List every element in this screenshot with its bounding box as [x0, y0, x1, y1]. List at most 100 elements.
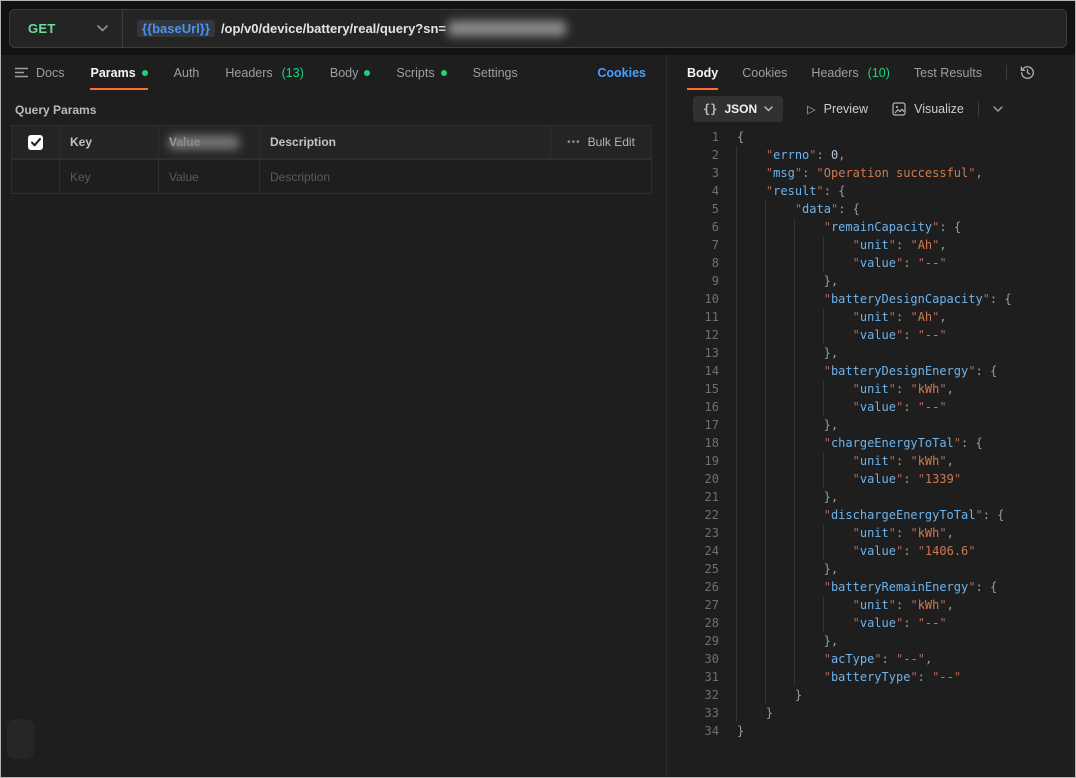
code-line: "value": "--" [737, 614, 1012, 632]
line-number: 28 [667, 614, 719, 632]
response-tabs: Body Cookies Headers (10) Test Results [667, 55, 1075, 90]
line-number: 8 [667, 254, 719, 272]
code-line: "remainCapacity": { [737, 218, 1012, 236]
line-number: 11 [667, 308, 719, 326]
line-number: 9 [667, 272, 719, 290]
response-tab-body[interactable]: Body [687, 55, 718, 90]
play-icon: ▷ [807, 103, 815, 116]
preview-button[interactable]: ▷ Preview [807, 102, 868, 116]
code-line: }, [737, 272, 1012, 290]
line-number: 10 [667, 290, 719, 308]
more-dots-icon: ••• [567, 137, 581, 148]
code-line: { [737, 128, 1012, 146]
cookies-link[interactable]: Cookies [597, 66, 646, 80]
unsaved-dot-indicator [441, 70, 447, 76]
url-path-text: /op/v0/device/battery/real/query?sn= [221, 21, 446, 36]
braces-icon: {} [703, 102, 717, 116]
tab-label: Headers [225, 66, 272, 80]
visualize-options-chevron[interactable] [993, 106, 1003, 112]
column-header-description: Description [260, 126, 550, 158]
code-line: "batteryDesignCapacity": { [737, 290, 1012, 308]
unsaved-dot-indicator [364, 70, 370, 76]
tab-label: Auth [174, 66, 200, 80]
visualize-button[interactable]: Visualize [892, 102, 964, 116]
request-tab-docs[interactable]: Docs [15, 55, 64, 90]
bulk-edit-button[interactable]: ••• Bulk Edit [550, 126, 651, 158]
tab-label: Body [687, 66, 718, 80]
code-lines: { "errno": 0, "msg": "Operation successf… [737, 128, 1012, 777]
line-number: 30 [667, 650, 719, 668]
code-line: "acType": "--", [737, 650, 1012, 668]
column-header-key: Key [60, 126, 159, 158]
line-number: 21 [667, 488, 719, 506]
redacted-param-value [169, 136, 239, 149]
unsaved-dot-indicator [142, 70, 148, 76]
line-number: 31 [667, 668, 719, 686]
request-tab-auth[interactable]: Auth [174, 55, 200, 90]
request-tab-body[interactable]: Body [330, 55, 371, 90]
request-panel: Docs Params Auth Headers(13) Body Scripts Sett… [1, 55, 667, 777]
empty-checkbox-cell [12, 160, 60, 193]
line-number: 27 [667, 596, 719, 614]
code-line: "value": "--" [737, 398, 1012, 416]
param-row-empty: Key Value Description [12, 160, 651, 193]
response-tab-test-results[interactable]: Test Results [914, 55, 982, 90]
code-line: } [737, 686, 1012, 704]
request-tabs: Docs Params Auth Headers(13) Body Scripts Sett… [1, 55, 666, 90]
query-params-table: Key Value Description ••• Bulk Edit sn [11, 125, 652, 194]
response-format-dropdown[interactable]: {} JSON [693, 96, 783, 122]
baseurl-variable-chip[interactable]: {{baseUrl}} [137, 20, 215, 37]
request-tab-scripts[interactable]: Scripts [396, 55, 446, 90]
tab-label: Scripts [396, 66, 434, 80]
code-line: "value": "1406.6" [737, 542, 1012, 560]
code-line: "result": { [737, 182, 1012, 200]
line-number: 34 [667, 722, 719, 740]
line-number: 29 [667, 632, 719, 650]
response-tab-cookies[interactable]: Cookies [742, 55, 787, 90]
visualize-label: Visualize [914, 102, 964, 116]
redacted-query-value [448, 21, 566, 36]
code-line: "errno": 0, [737, 146, 1012, 164]
response-toolbar: {} JSON ▷ Preview Visualize [667, 93, 1075, 125]
line-number: 33 [667, 704, 719, 722]
line-number: 1 [667, 128, 719, 146]
code-line: "unit": "kWh", [737, 452, 1012, 470]
line-number: 14 [667, 362, 719, 380]
code-line: "value": "--" [737, 326, 1012, 344]
new-param-description-input[interactable]: Description [260, 160, 651, 193]
tab-label: Headers [811, 66, 858, 80]
preview-label: Preview [824, 102, 868, 116]
tab-label: Body [330, 66, 359, 80]
tab-count-badge: (10) [868, 66, 890, 80]
line-number: 16 [667, 398, 719, 416]
code-line: "batteryRemainEnergy": { [737, 578, 1012, 596]
query-params-title: Query Params [15, 103, 666, 117]
code-line: }, [737, 344, 1012, 362]
bulk-edit-label: Bulk Edit [588, 135, 635, 149]
tab-label: Docs [36, 66, 64, 80]
code-line: }, [737, 416, 1012, 434]
code-line: "unit": "kWh", [737, 380, 1012, 398]
select-all-checkbox[interactable] [28, 135, 43, 150]
method-dropdown[interactable]: GET [10, 10, 122, 47]
code-line: "chargeEnergyToTal": { [737, 434, 1012, 452]
url-input[interactable]: {{baseUrl}} /op/v0/device/battery/real/q… [123, 10, 1066, 47]
history-clock-icon[interactable] [1019, 64, 1036, 81]
method-label: GET [28, 21, 56, 36]
code-line: }, [737, 488, 1012, 506]
line-number: 19 [667, 452, 719, 470]
request-tab-params[interactable]: Params [90, 55, 147, 90]
tab-label: Settings [473, 66, 518, 80]
new-param-value-input[interactable]: Value [159, 160, 260, 193]
new-param-key-input[interactable]: Key [60, 160, 159, 193]
response-tab-headers[interactable]: Headers (10) [811, 55, 889, 90]
line-number: 25 [667, 560, 719, 578]
request-tab-headers[interactable]: Headers(13) [225, 55, 303, 90]
request-tab-settings[interactable]: Settings [473, 55, 518, 90]
line-number: 18 [667, 434, 719, 452]
line-number: 5 [667, 200, 719, 218]
code-line: "data": { [737, 200, 1012, 218]
code-line: "msg": "Operation successful", [737, 164, 1012, 182]
image-icon [892, 102, 906, 116]
line-number: 17 [667, 416, 719, 434]
